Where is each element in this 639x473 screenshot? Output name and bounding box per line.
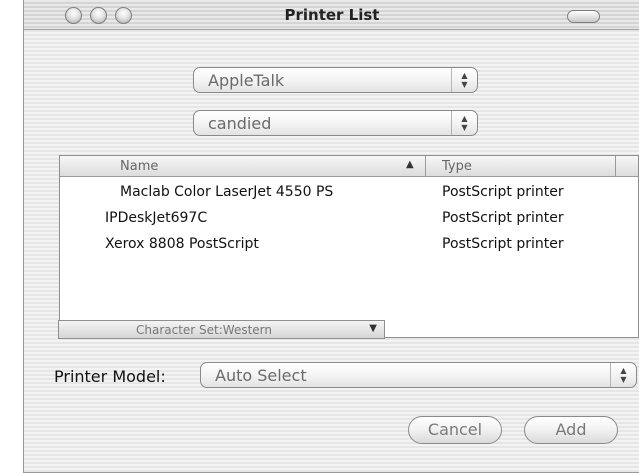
window-title: Printer List [284,6,380,24]
column-divider[interactable] [615,156,616,177]
up-down-arrows-icon: ▲ ▼ [451,111,477,135]
add-button[interactable]: Add [524,416,618,444]
column-header-type[interactable]: Type [442,159,472,174]
printer-name: Xerox 8808 PostScript [105,236,259,252]
zone-popup[interactable]: candied ▲ ▼ [193,110,478,136]
column-divider[interactable] [425,156,426,177]
printer-type: PostScript printer [442,184,564,200]
printer-model-label: Printer Model: [54,367,166,386]
table-row[interactable]: Xerox 8808 PostScript PostScript printer [60,232,620,258]
chevron-down-icon: ▼ [369,323,377,334]
printer-model-popup[interactable]: Auto Select ▲ ▼ [200,362,637,388]
connection-type-popup[interactable]: AppleTalk ▲ ▼ [193,67,478,93]
printer-list-table[interactable]: Name ▲ Type Maclab Color LaserJet 4550 P… [59,155,639,338]
printer-model-value: Auto Select [215,366,307,385]
table-row[interactable]: IPDeskJet697C PostScript printer [60,206,620,232]
printer-name: Maclab Color LaserJet 4550 PS [120,184,334,200]
sort-ascending-icon: ▲ [406,159,414,170]
table-header: Name ▲ Type [60,156,638,177]
character-set-value: Character Set:Western [135,323,273,337]
up-down-arrows-icon: ▲ ▼ [610,363,636,387]
cancel-button[interactable]: Cancel [408,416,502,444]
printer-type: PostScript printer [442,210,564,226]
zone-value: candied [208,114,272,133]
up-down-arrows-icon: ▲ ▼ [451,68,477,92]
printer-type: PostScript printer [442,236,564,252]
table-row[interactable]: Maclab Color LaserJet 4550 PS PostScript… [60,180,620,206]
character-set-popup[interactable]: Character Set:Western ▼ [58,320,385,339]
title-bar[interactable]: Printer List [24,0,639,30]
toolbar-toggle-button[interactable] [567,10,600,23]
printer-list-window: Printer List AppleTalk ▲ ▼ candied ▲ ▼ Nam… [23,0,639,473]
column-header-name[interactable]: Name [120,159,158,174]
printer-name: IPDeskJet697C [105,210,208,226]
connection-type-value: AppleTalk [208,71,285,90]
